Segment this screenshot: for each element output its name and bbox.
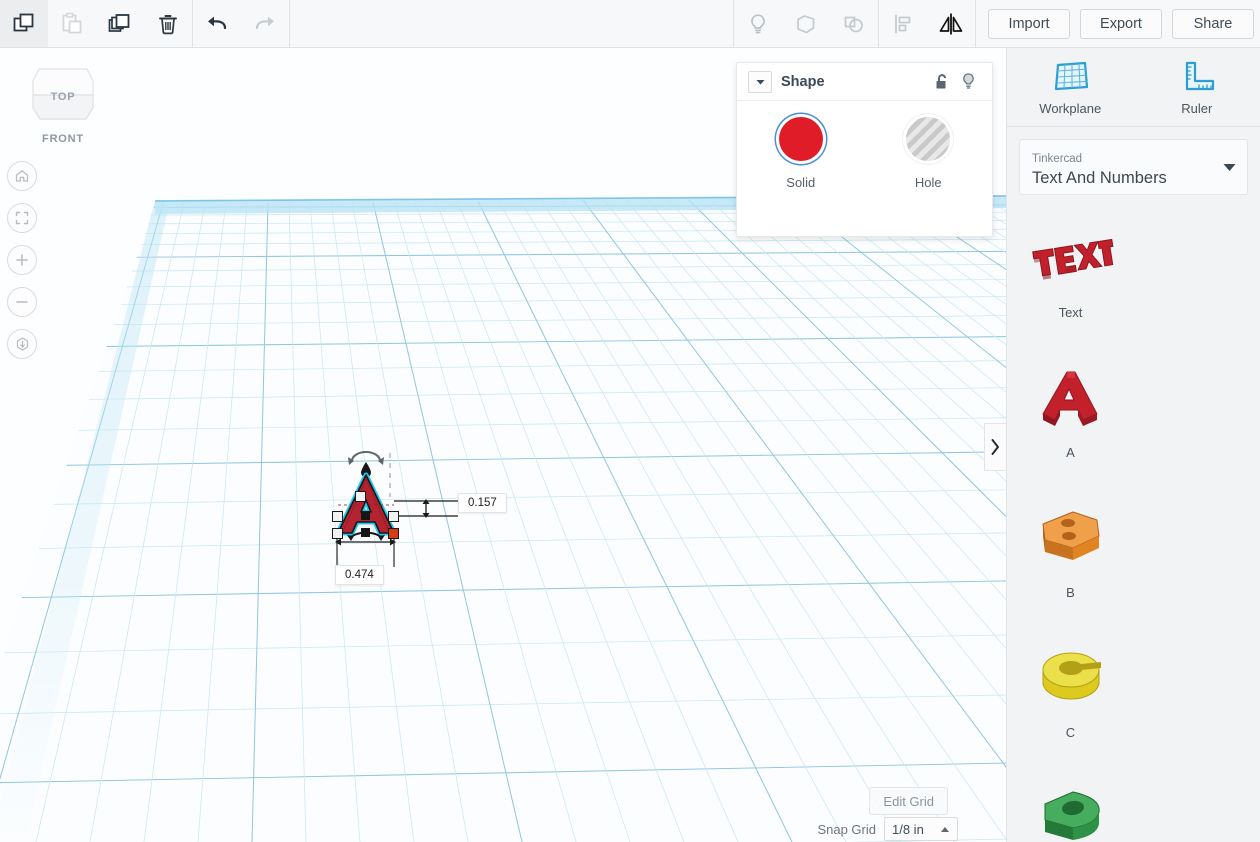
scale-handle-right[interactable] bbox=[388, 511, 399, 522]
workplane-tool[interactable]: Workplane bbox=[1007, 48, 1134, 126]
ruler-tool[interactable]: Ruler bbox=[1134, 48, 1260, 126]
snap-grid-select[interactable]: 1/8 in bbox=[884, 817, 958, 841]
collapse-panel-button[interactable] bbox=[984, 423, 1006, 471]
shape-thumb-c bbox=[1029, 629, 1113, 725]
file-actions-group: Import Export Share bbox=[976, 0, 1260, 47]
scale-handle-bottom-left[interactable] bbox=[332, 528, 343, 539]
width-dimension-label[interactable]: 0.474 bbox=[335, 565, 384, 585]
shape-panel-header: Shape bbox=[737, 63, 992, 101]
ruler-icon bbox=[1185, 61, 1214, 90]
ungroup-button[interactable] bbox=[830, 0, 878, 47]
shapes-side-panel: Workplane Ruler Tinkercad Text And Numbe… bbox=[1006, 48, 1260, 842]
import-button[interactable]: Import bbox=[988, 8, 1070, 39]
arrange-tools-group bbox=[879, 0, 975, 47]
shape-thumb-d bbox=[1029, 769, 1113, 842]
height-handle[interactable] bbox=[361, 511, 370, 520]
hole-swatch[interactable] bbox=[906, 117, 951, 161]
shape-label: C bbox=[1065, 725, 1076, 740]
object-tools-group bbox=[734, 0, 878, 47]
snap-grid-row: Snap Grid 1/8 in bbox=[817, 814, 958, 842]
shape-label: B bbox=[1066, 585, 1075, 600]
undo-button[interactable] bbox=[193, 0, 241, 47]
redo-button[interactable] bbox=[241, 0, 289, 47]
scale-handle-top[interactable] bbox=[355, 491, 366, 502]
shape-item-a[interactable]: A bbox=[1007, 349, 1134, 489]
scale-handle-left[interactable] bbox=[332, 511, 343, 522]
zoom-out-button[interactable] bbox=[7, 287, 37, 317]
shape-panel-body: Solid Hole bbox=[737, 101, 992, 190]
share-button[interactable]: Share bbox=[1172, 8, 1254, 39]
hole-label: Hole bbox=[914, 175, 942, 190]
shape-panel-title: Shape bbox=[781, 73, 825, 90]
workplane-icon bbox=[1055, 61, 1089, 90]
shape-option-solid[interactable]: Solid bbox=[737, 117, 865, 190]
chevron-down-icon bbox=[1223, 164, 1236, 171]
solid-color-swatch[interactable] bbox=[778, 117, 823, 161]
group-button[interactable] bbox=[782, 0, 830, 47]
shape-item-text[interactable]: Text bbox=[1007, 209, 1134, 349]
workplane-label: Workplane bbox=[1039, 100, 1102, 116]
view-cube-front-label: FRONT bbox=[42, 133, 84, 145]
snap-grid-value: 1/8 in bbox=[892, 821, 924, 837]
shape-label: A bbox=[1066, 445, 1075, 460]
chevron-up-icon bbox=[941, 826, 949, 832]
center-handle[interactable] bbox=[361, 528, 370, 537]
view-cube-top-label: TOP bbox=[50, 91, 76, 103]
export-button[interactable]: Export bbox=[1080, 8, 1162, 39]
shape-thumb-text bbox=[1028, 209, 1114, 305]
paste-button[interactable] bbox=[48, 0, 96, 47]
align-button[interactable] bbox=[879, 0, 927, 47]
edit-grid-button[interactable]: Edit Grid bbox=[869, 787, 948, 815]
shape-item-c[interactable]: C bbox=[1007, 629, 1134, 769]
lightbulb-icon bbox=[962, 73, 974, 89]
selected-object-group[interactable]: 0.157 0.474 bbox=[330, 443, 530, 593]
minus-icon bbox=[16, 301, 28, 303]
shape-library-grid: Text A B C bbox=[1007, 195, 1260, 842]
lock-toggle-button[interactable] bbox=[929, 69, 955, 95]
duplicate-button[interactable] bbox=[96, 0, 144, 47]
plus-icon bbox=[16, 254, 28, 266]
shape-library-select[interactable]: Tinkercad Text And Numbers bbox=[1019, 139, 1248, 195]
shape-thumb-a bbox=[1031, 349, 1111, 445]
history-tools-group bbox=[193, 0, 289, 47]
home-view-button[interactable] bbox=[7, 161, 37, 191]
ruler-label: Ruler bbox=[1181, 100, 1213, 116]
fit-view-icon bbox=[15, 211, 29, 225]
scale-handle-bottom-right[interactable] bbox=[388, 528, 399, 539]
solid-label: Solid bbox=[786, 175, 816, 190]
delete-button[interactable] bbox=[144, 0, 192, 47]
shape-thumb-b bbox=[1029, 489, 1113, 585]
shape-label: Text bbox=[1058, 305, 1083, 320]
height-dimension-label[interactable]: 0.157 bbox=[458, 493, 507, 513]
snap-grid-label: Snap Grid bbox=[817, 821, 876, 837]
copy-button[interactable] bbox=[0, 0, 48, 47]
library-category-label: Tinkercad bbox=[1032, 152, 1083, 165]
view-cube[interactable]: TOP FRONT bbox=[22, 61, 104, 145]
library-value-label: Text And Numbers bbox=[1032, 168, 1167, 187]
mirror-button[interactable] bbox=[927, 0, 975, 47]
edit-tools-group bbox=[0, 0, 192, 47]
shape-panel-collapse-button[interactable] bbox=[748, 70, 772, 93]
zoom-in-button[interactable] bbox=[7, 245, 37, 275]
shape-item-b[interactable]: B bbox=[1007, 489, 1134, 629]
projection-toggle-button[interactable] bbox=[7, 329, 37, 359]
shape-item-d[interactable]: D bbox=[1007, 769, 1134, 842]
home-icon bbox=[15, 170, 29, 182]
shape-properties-panel: Shape Solid Hole bbox=[736, 62, 993, 237]
panel-tools-row: Workplane Ruler bbox=[1007, 48, 1260, 127]
top-toolbar: Import Export Share bbox=[0, 0, 1260, 48]
hint-button[interactable] bbox=[734, 0, 782, 47]
shape-option-hole[interactable]: Hole bbox=[865, 117, 993, 190]
chevron-right-icon bbox=[991, 439, 999, 455]
cube-projection-icon bbox=[16, 336, 28, 351]
chevron-down-icon bbox=[756, 79, 764, 84]
shape-hint-button[interactable] bbox=[955, 69, 981, 95]
fit-to-view-button[interactable] bbox=[7, 203, 37, 233]
unlock-icon bbox=[936, 73, 946, 88]
tinkercad-editor: Import Export Share TOP FRONT 0.157 0.47… bbox=[0, 0, 1260, 842]
